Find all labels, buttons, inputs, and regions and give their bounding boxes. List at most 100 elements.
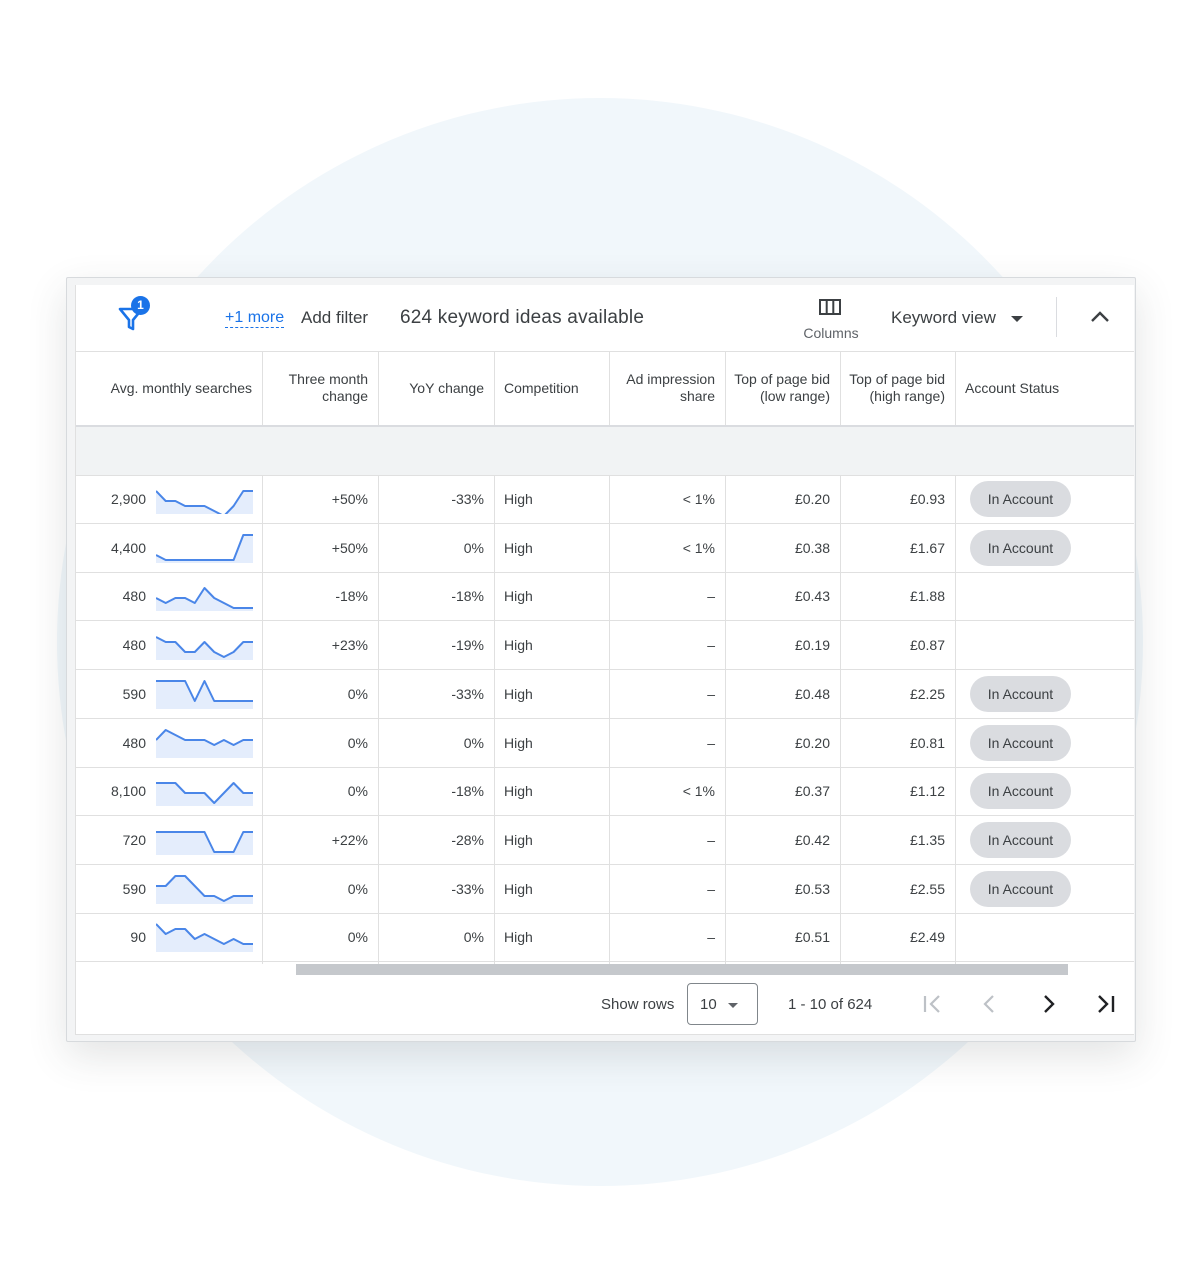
table-row[interactable]: 4,400 +50% 0% High < 1% £0.38 £1.67 In Account	[76, 524, 1134, 573]
more-filters-link[interactable]: +1 more	[225, 309, 285, 328]
avg-monthly-searches-cell: 480	[122, 734, 146, 751]
bid-low-cell: £0.48	[794, 685, 830, 702]
collapse-chevron-icon[interactable]	[1088, 308, 1112, 326]
search-trend-sparkline	[156, 782, 253, 807]
search-trend-sparkline	[156, 587, 253, 612]
table-row[interactable]: 8,100 0% -18% High < 1% £0.37 £1.12 In Account	[76, 767, 1134, 817]
column-header-bid-low[interactable]: Top of page bid (low range)	[725, 351, 840, 425]
summary-row	[76, 427, 1134, 476]
competition-cell: High	[504, 783, 533, 800]
competition-cell: High	[504, 734, 533, 751]
yoy-change-cell: -19%	[451, 637, 484, 654]
bid-high-cell: £2.25	[909, 685, 945, 702]
columns-label: Columns	[803, 325, 859, 341]
column-header-account-status[interactable]: Account Status	[955, 351, 1134, 425]
yoy-change-cell: 0%	[463, 734, 484, 751]
column-header-three-month-change[interactable]: Three month change	[262, 351, 378, 425]
yoy-change-cell: -33%	[451, 685, 484, 702]
column-header-avg-monthly-searches[interactable]: Avg. monthly searches	[76, 351, 262, 425]
in-account-badge: In Account	[970, 821, 1071, 858]
search-trend-sparkline	[156, 923, 253, 953]
avg-monthly-searches-cell: 480	[122, 637, 146, 654]
column-header-ad-impression-share[interactable]: Ad impression share	[609, 351, 725, 425]
keyword-ideas-count: 624 keyword ideas available	[400, 307, 645, 328]
bid-high-cell: £2.49	[909, 929, 945, 946]
columns-button[interactable]: Columns	[794, 295, 864, 345]
first-page-icon[interactable]	[920, 992, 944, 1016]
column-divider	[609, 475, 610, 964]
in-account-badge: In Account	[970, 529, 1071, 566]
next-page-icon[interactable]	[1036, 992, 1060, 1016]
ad-impression-share-cell: –	[707, 880, 715, 897]
table-row[interactable]: 590 0% -33% High – £0.48 £2.25 In Account	[76, 670, 1134, 719]
competition-cell: High	[504, 637, 533, 654]
dropdown-caret-icon[interactable]	[1010, 315, 1024, 323]
bid-low-cell: £0.51	[794, 929, 830, 946]
bid-low-cell: £0.20	[794, 491, 830, 507]
column-divider	[378, 351, 379, 425]
add-filter-button[interactable]: Add filter	[301, 308, 368, 328]
avg-monthly-searches-cell: 90	[130, 929, 146, 946]
avg-monthly-searches-cell: 4,400	[110, 539, 146, 556]
previous-page-icon[interactable]	[978, 992, 1002, 1016]
bid-high-cell: £1.67	[909, 539, 945, 556]
avg-monthly-searches-cell: 720	[122, 831, 146, 848]
in-account-badge: In Account	[970, 773, 1071, 810]
column-header-bid-high[interactable]: Top of page bid (high range)	[840, 351, 955, 425]
search-trend-sparkline	[156, 679, 253, 709]
bid-high-cell: £1.12	[909, 783, 945, 800]
bid-low-cell: £0.38	[794, 539, 830, 556]
bid-low-cell: £0.53	[794, 880, 830, 897]
search-trend-sparkline	[156, 533, 253, 563]
three-month-change-cell: 0%	[347, 734, 368, 751]
column-divider	[725, 351, 726, 425]
column-header-yoy-change[interactable]: YoY change	[378, 351, 494, 425]
yoy-change-cell: -18%	[451, 588, 484, 605]
competition-cell: High	[504, 588, 533, 605]
bid-high-cell: £0.81	[909, 734, 945, 751]
search-trend-sparkline	[156, 830, 253, 855]
table-row[interactable]: 720 +22% -28% High – £0.42 £1.35 In Account	[76, 816, 1134, 865]
toolbar: 1 +1 more Add filter 624 keyword ideas a…	[76, 285, 1134, 352]
sparkline-area	[156, 637, 253, 661]
competition-cell: High	[504, 831, 533, 848]
ad-impression-share-cell: –	[707, 685, 715, 702]
horizontal-scrollbar[interactable]	[296, 964, 1068, 975]
search-trend-sparkline	[156, 636, 253, 661]
table-row[interactable]: 90 0% 0% High – £0.51 £2.49	[76, 913, 1134, 963]
three-month-change-cell: 0%	[347, 685, 368, 702]
yoy-change-cell: 0%	[463, 539, 484, 556]
table-row[interactable]: 480 0% 0% High – £0.20 £0.81 In Account	[76, 719, 1134, 768]
ad-impression-share-cell: < 1%	[682, 539, 715, 556]
avg-monthly-searches-cell: 2,900	[110, 491, 146, 507]
three-month-change-cell: -18%	[335, 588, 368, 605]
sparkline-area	[156, 924, 253, 953]
column-divider	[840, 351, 841, 425]
ad-impression-share-cell: –	[707, 929, 715, 946]
filter-count-badge: 1	[131, 296, 150, 315]
keyword-view-dropdown[interactable]: Keyword view	[891, 308, 996, 328]
column-divider	[494, 351, 495, 425]
table-row[interactable]: 2,900 +50% -33% High < 1% £0.20 £0.93 In Accoun…	[76, 475, 1134, 524]
column-header-competition[interactable]: Competition	[494, 351, 609, 425]
three-month-change-cell: +22%	[331, 831, 368, 848]
sparkline-area	[156, 729, 253, 758]
rows-per-page-select[interactable]: 10	[687, 983, 758, 1025]
table-row[interactable]: 480 -18% -18% High – £0.43 £1.88	[76, 572, 1134, 622]
three-month-change-cell: 0%	[347, 880, 368, 897]
bid-high-cell: £1.35	[909, 831, 945, 848]
search-trend-sparkline	[156, 874, 253, 904]
in-account-badge: In Account	[970, 870, 1071, 907]
search-trend-sparkline	[156, 728, 253, 758]
table-row[interactable]: 590 0% -33% High – £0.53 £2.55 In Account	[76, 865, 1134, 914]
avg-monthly-searches-cell: 8,100	[110, 783, 146, 800]
competition-cell: High	[504, 880, 533, 897]
sparkline-area	[156, 680, 253, 709]
table-row[interactable]: 480 +23% -19% High – £0.19 £0.87	[76, 621, 1134, 671]
bid-high-cell: £0.93	[909, 491, 945, 507]
column-divider	[378, 475, 379, 964]
column-divider	[494, 475, 495, 964]
last-page-icon[interactable]	[1094, 992, 1118, 1016]
avg-monthly-searches-cell: 590	[122, 880, 146, 897]
bid-low-cell: £0.37	[794, 783, 830, 800]
